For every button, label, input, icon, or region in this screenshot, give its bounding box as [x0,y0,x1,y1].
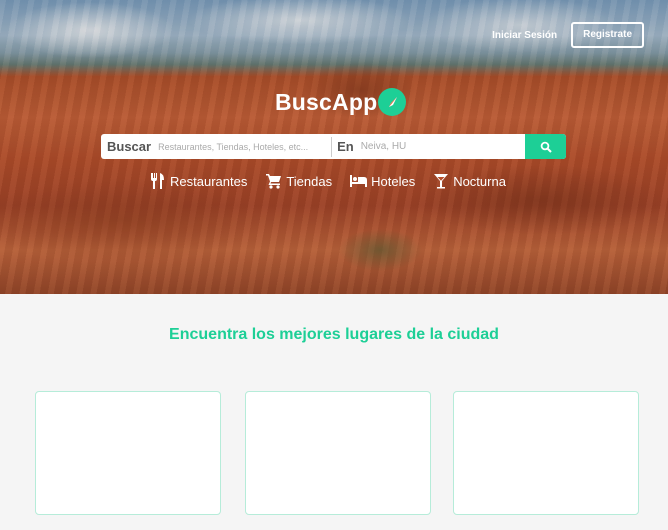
category-nocturna[interactable]: Nocturna [433,173,506,189]
category-hoteles[interactable]: Hoteles [350,174,415,189]
bed-icon [350,175,368,187]
category-label: Nocturna [453,173,506,189]
category-label: Hoteles [371,173,416,189]
register-button[interactable]: Registrate [571,22,644,48]
compass-icon [378,88,407,116]
search-bar: Buscar Restaurantes, Tiendas, Hoteles, e… [101,134,566,159]
logo[interactable]: BuscApp [275,88,407,116]
top-nav: Iniciar Sesión Registrate [486,22,644,48]
login-link[interactable]: Iniciar Sesión [486,26,563,45]
search-what-input[interactable]: Restaurantes, Tiendas, Hoteles, etc... [158,142,326,152]
fork-knife-icon [151,173,164,189]
place-card[interactable] [245,391,431,515]
search-where-input[interactable]: Neiva, HU [361,141,525,152]
category-label: Tiendas [286,173,333,189]
category-label: Restaurantes [170,173,248,189]
category-tiendas[interactable]: Tiendas [265,173,332,189]
search-button[interactable] [525,134,566,159]
tagline: Encuentra los mejores lugares de la ciud… [169,326,499,343]
category-restaurantes[interactable]: Restaurantes [150,172,247,190]
cocktail-icon [434,174,449,189]
logo-text: BuscApp [275,88,378,115]
search-divider [331,136,333,157]
search-icon [540,141,552,153]
search-what-label: Buscar [107,139,152,154]
cart-icon [266,174,282,189]
place-card[interactable] [453,391,639,515]
search-where-label: En [337,139,354,154]
category-nav: Restaurantes Tiendas Hoteles Nocturna [150,172,524,190]
place-card[interactable] [35,391,221,515]
